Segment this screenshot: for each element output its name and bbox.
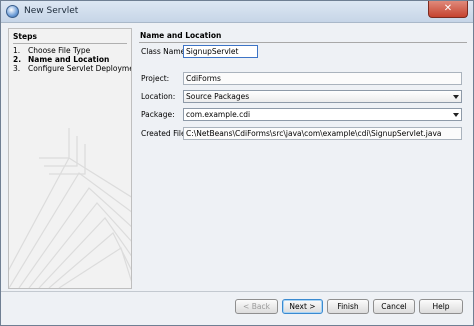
help-button[interactable]: Help	[419, 299, 463, 314]
step-label: Choose File Type	[28, 46, 91, 55]
created-file-label: Created File:	[141, 129, 189, 138]
step-label: Name and Location	[28, 55, 110, 64]
step-label: Configure Servlet Deployment	[28, 64, 132, 73]
location-label: Location:	[141, 92, 176, 101]
created-file-field: C:\NetBeans\CdiForms\src\java\com\exampl…	[183, 127, 462, 140]
step-number: 2.	[13, 55, 22, 64]
step-configure-servlet-deployment: 3. Configure Servlet Deployment	[13, 64, 132, 73]
wizard-decoration-graphic	[9, 128, 131, 288]
steps-divider	[13, 43, 127, 44]
panel-divider	[139, 42, 467, 43]
cancel-button[interactable]: Cancel	[373, 299, 415, 314]
finish-button[interactable]: Finish	[327, 299, 369, 314]
back-button[interactable]: < Back	[235, 299, 278, 314]
steps-heading: Steps	[13, 32, 37, 41]
steps-panel: Steps 1. Choose File Type 2. Name and Loca…	[8, 28, 132, 289]
name-and-location-panel: Name and Location Class Name: SignupServ…	[138, 28, 467, 289]
next-button[interactable]: Next >	[282, 299, 323, 314]
project-label: Project:	[141, 74, 170, 83]
new-servlet-dialog: New Servlet ✕ Steps 1. Choose File Type 2…	[0, 0, 474, 326]
package-combo[interactable]: com.example.cdi	[183, 108, 462, 121]
panel-heading: Name and Location	[140, 31, 222, 40]
location-selected-value: Source Packages	[186, 92, 250, 101]
project-field: CdiForms	[183, 72, 462, 85]
window-title: New Servlet	[24, 6, 79, 16]
step-number: 3.	[13, 64, 21, 73]
steps-list: 1. Choose File Type 2. Name and Location 3…	[13, 46, 132, 73]
close-button[interactable]: ✕	[428, 1, 468, 18]
chevron-down-icon	[453, 95, 459, 99]
step-choose-file-type: 1. Choose File Type	[13, 46, 131, 55]
button-bar-divider	[1, 291, 473, 292]
location-select[interactable]: Source Packages	[183, 90, 462, 103]
netbeans-app-icon	[6, 5, 19, 18]
package-label: Package:	[141, 110, 175, 119]
class-name-input[interactable]: SignupServlet	[183, 45, 258, 58]
class-name-label: Class Name:	[141, 47, 188, 56]
chevron-down-icon[interactable]	[453, 113, 459, 117]
step-name-and-location: 2. Name and Location	[13, 55, 131, 64]
title-bar[interactable]: New Servlet ✕	[1, 1, 473, 23]
step-number: 1.	[13, 46, 21, 55]
package-value: com.example.cdi	[186, 110, 251, 119]
